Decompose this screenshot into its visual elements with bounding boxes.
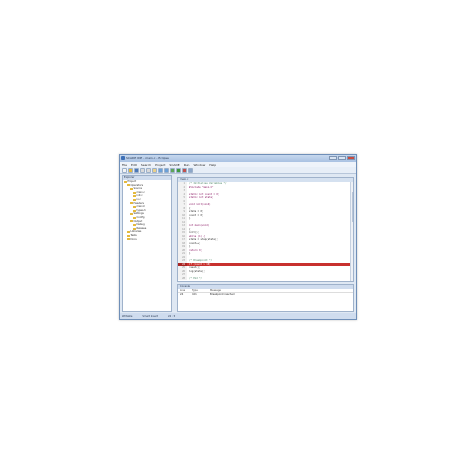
console-pane: Console Line Type Message 24 Info Breakpoi… <box>177 284 354 312</box>
folder-icon <box>133 223 136 226</box>
menu-file[interactable]: File <box>122 163 127 167</box>
folder-icon <box>130 202 133 205</box>
folder-icon <box>133 195 136 198</box>
folder-icon <box>133 191 136 194</box>
scrollbar-thumb[interactable] <box>351 192 353 222</box>
code-editor[interactable]: main.c 1/* Initialise Variables */2 #incl… <box>177 177 354 282</box>
line-number: 28 <box>178 276 187 280</box>
tree-item[interactable]: Docs <box>123 238 171 242</box>
menu-project[interactable]: Project <box>155 163 165 167</box>
col-message: Message <box>210 289 221 292</box>
code-text: void init(void) <box>189 203 211 206</box>
undo-icon[interactable] <box>158 168 163 173</box>
folder-icon <box>127 184 130 187</box>
folder-icon <box>133 216 136 219</box>
code-text: /* End */ <box>189 276 202 280</box>
code-text: log(state); <box>189 269 205 273</box>
console-cell <box>210 297 353 301</box>
menu-search[interactable]: Search <box>141 163 151 167</box>
ide-window: SCADE IDE - main.c - Eclipse File Edit S… <box>119 154 357 320</box>
toolbar <box>120 167 356 174</box>
editor-scrollbar[interactable] <box>350 182 353 281</box>
explorer-pane: Explorer Project Operators Source main.c ini… <box>122 175 172 312</box>
new-file-icon[interactable] <box>122 168 127 173</box>
window-controls <box>329 156 355 160</box>
run-icon[interactable] <box>176 168 181 173</box>
copy-icon[interactable] <box>146 168 151 173</box>
title-bar[interactable]: SCADE IDE - main.c - Eclipse <box>120 155 356 162</box>
menu-scade[interactable]: SCADE <box>169 163 179 167</box>
folder-icon <box>127 231 130 234</box>
code-text: static int state; <box>189 196 214 199</box>
console-cell <box>192 297 210 301</box>
tree-item-label: Docs <box>130 237 137 241</box>
open-folder-icon[interactable] <box>128 168 133 173</box>
build-icon[interactable] <box>170 168 175 173</box>
status-cursor-position: 24 : 5 <box>167 314 176 318</box>
status-insert-mode: Smart Insert <box>142 314 158 318</box>
search-icon[interactable] <box>188 168 193 173</box>
folder-icon <box>127 238 130 241</box>
code-area[interactable]: 1/* Initialise Variables */2 #include "ma… <box>178 182 353 280</box>
folder-icon <box>130 213 133 216</box>
col-line: Line <box>180 289 186 292</box>
app-icon <box>121 156 125 160</box>
maximize-button[interactable] <box>338 156 346 160</box>
code-text: #include "main.h" <box>189 185 214 189</box>
console-row[interactable] <box>178 297 353 301</box>
folder-icon <box>124 180 127 183</box>
folder-icon <box>130 187 133 190</box>
paste-icon[interactable] <box>152 168 157 173</box>
status-writable: Writable <box>122 314 133 318</box>
menu-window[interactable]: Window <box>193 163 205 167</box>
console-rows: 24 Info Breakpoint reached <box>178 293 353 301</box>
col-type: Type <box>192 289 198 292</box>
folder-icon <box>133 205 136 208</box>
menu-run[interactable]: Run <box>184 163 190 167</box>
cut-icon[interactable] <box>140 168 145 173</box>
folder-icon <box>130 220 133 223</box>
console-cell <box>180 297 192 301</box>
close-button[interactable] <box>347 156 355 160</box>
save-icon[interactable] <box>134 168 139 173</box>
status-bar: Writable Smart Insert 24 : 5 <box>120 313 356 319</box>
menu-edit[interactable]: Edit <box>131 163 137 167</box>
menu-help[interactable]: Help <box>209 163 216 167</box>
window-title: SCADE IDE - main.c - Eclipse <box>126 156 169 160</box>
folder-icon <box>133 198 136 201</box>
folder-icon <box>127 234 130 237</box>
minimize-button[interactable] <box>329 156 337 160</box>
redo-icon[interactable] <box>164 168 169 173</box>
project-tree: Project Operators Source main.c init.c io.c He… <box>123 180 171 241</box>
code-line[interactable]: 28/* End */ <box>178 276 353 280</box>
debug-icon[interactable] <box>182 168 187 173</box>
